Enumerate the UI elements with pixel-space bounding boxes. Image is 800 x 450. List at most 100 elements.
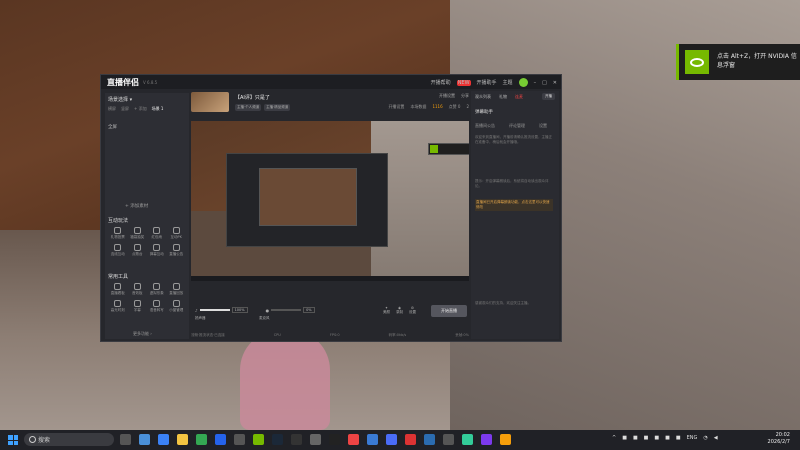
app-icon[interactable] bbox=[253, 434, 264, 445]
subtab-notice[interactable]: 直播间公告 bbox=[475, 123, 495, 129]
interactive-item[interactable]: 直播公告 bbox=[167, 244, 187, 257]
tray-icon[interactable]: ■ bbox=[654, 435, 659, 441]
minimize-icon[interactable]: – bbox=[534, 80, 537, 86]
app-icon[interactable] bbox=[405, 434, 416, 445]
barrage-highlight[interactable]: 直播间已开启弹幕朗读功能，点击这里可以快速修改 bbox=[475, 199, 553, 211]
tray-icon[interactable]: ■ bbox=[665, 435, 670, 441]
tool-item[interactable]: 直播回放 bbox=[167, 283, 187, 296]
wifi-icon[interactable]: ◔ bbox=[703, 435, 707, 441]
taskbar-search[interactable]: 搜索 bbox=[24, 433, 114, 446]
interactive-item[interactable]: 礼物投票 bbox=[108, 227, 128, 240]
task-view-icon[interactable] bbox=[120, 434, 131, 445]
app-icon[interactable] bbox=[158, 434, 169, 445]
file-explorer-icon[interactable] bbox=[177, 434, 188, 445]
subtab-comments[interactable]: 评论管理 bbox=[509, 123, 525, 129]
stream-preview[interactable] bbox=[191, 121, 469, 281]
messages-button[interactable]: 开播助手 bbox=[477, 79, 497, 86]
tools-grid: 直播看板 音效板 虚拟形象 直播回放 高光时刻 字幕 语音转写 小窗管理 bbox=[108, 283, 186, 313]
tab-link[interactable]: 连麦 bbox=[515, 94, 523, 100]
beauty-button[interactable]: ✦ 美颜 bbox=[383, 306, 390, 315]
tool-item[interactable]: 字幕 bbox=[128, 300, 148, 313]
nvidia-toast[interactable]: 点击 Alt+Z，打开 NVIDIA 信息浮窗 bbox=[676, 44, 800, 80]
streaming-app-window[interactable]: 直播伴侣 V 6.8.5 开播帮助 NEW 开播助手 主题 – □ ✕ 场景选择… bbox=[100, 74, 562, 342]
volume-icon[interactable]: ◀ bbox=[714, 435, 718, 441]
live-settings-link[interactable]: 开播设置 bbox=[439, 93, 455, 99]
settings-button[interactable]: ⚙ 设置 bbox=[409, 306, 416, 315]
gift-vote-icon bbox=[114, 227, 122, 234]
mic-icon[interactable]: ● bbox=[266, 308, 270, 313]
app-titlebar[interactable]: 直播伴侣 V 6.8.5 开播帮助 NEW 开播助手 主题 – □ ✕ bbox=[101, 75, 561, 89]
tool-item[interactable]: 高光时刻 bbox=[108, 300, 128, 313]
live-help-button[interactable]: 开播帮助 bbox=[431, 79, 451, 86]
stat-data[interactable]: 本场数据 bbox=[410, 104, 426, 110]
skin-button[interactable]: 主题 bbox=[503, 79, 513, 86]
app-icon[interactable] bbox=[462, 434, 473, 445]
app-icon[interactable] bbox=[139, 434, 150, 445]
tray-icon[interactable]: ■ bbox=[644, 435, 649, 441]
app-icon[interactable] bbox=[443, 434, 454, 445]
speaker-icon[interactable]: ♪ bbox=[195, 308, 198, 313]
interactive-item[interactable]: 弹幕互动 bbox=[147, 244, 167, 257]
room-title[interactable]: 【AI评】只是了 bbox=[235, 94, 270, 101]
go-live-button[interactable]: 开始直播 bbox=[431, 305, 467, 317]
room-thumbnail[interactable] bbox=[191, 92, 229, 112]
tool-item[interactable]: 小窗管理 bbox=[167, 300, 187, 313]
volume-slider[interactable] bbox=[199, 309, 230, 311]
app-icon[interactable] bbox=[500, 434, 511, 445]
mic-slider[interactable] bbox=[271, 309, 302, 311]
app-icon[interactable] bbox=[367, 434, 378, 445]
language-indicator[interactable]: ENG bbox=[687, 435, 698, 441]
source-item-fullscreen[interactable]: 全屏 bbox=[108, 124, 117, 130]
stat-settings[interactable]: 开播设置 bbox=[388, 104, 404, 110]
scene-selector[interactable]: 场景选择 ▾ bbox=[108, 96, 132, 103]
add-source-button[interactable]: + 添加素材 bbox=[125, 203, 148, 209]
app-icon[interactable] bbox=[424, 434, 435, 445]
tool-item[interactable]: 语音转写 bbox=[147, 300, 167, 313]
scene-tab-add[interactable]: + 添加 bbox=[134, 106, 147, 112]
interactive-item[interactable]: 点歌台 bbox=[128, 244, 148, 257]
interactive-item[interactable]: 互动PK bbox=[167, 227, 187, 240]
new-badge: NEW bbox=[456, 79, 471, 86]
status-bitrate: 码率:0kb/s bbox=[388, 333, 407, 337]
app-icon[interactable] bbox=[310, 434, 321, 445]
tray-icon[interactable]: ■ bbox=[676, 435, 681, 441]
start-live-button[interactable]: 开播 bbox=[542, 93, 555, 100]
app-icon[interactable] bbox=[386, 434, 397, 445]
tool-item[interactable]: 直播看板 bbox=[108, 283, 128, 296]
app-icon[interactable] bbox=[481, 434, 492, 445]
maximize-icon[interactable]: □ bbox=[542, 80, 547, 86]
record-button[interactable]: ◉ 录制 bbox=[396, 306, 403, 315]
scene-tab-portrait[interactable]: 竖屏 bbox=[121, 106, 129, 112]
app-icon[interactable] bbox=[234, 434, 245, 445]
interactive-item[interactable]: 连线互动 bbox=[108, 244, 128, 257]
room-tag[interactable]: 主播·个人频道 bbox=[235, 104, 262, 111]
tab-gifts[interactable]: 礼物 bbox=[499, 94, 507, 100]
right-panel: 观众列表 礼物 连麦 开播 弹幕助手 直播间公告 评论管理 设置 欢迎来到直播间… bbox=[471, 91, 559, 339]
avatar[interactable] bbox=[518, 78, 528, 87]
app-icon[interactable] bbox=[329, 434, 340, 445]
app-icon[interactable] bbox=[348, 434, 359, 445]
interactive-item[interactable]: 福袋抽奖 bbox=[128, 227, 148, 240]
scene-tab-landscape[interactable]: 横屏 bbox=[108, 106, 116, 112]
tray-icon[interactable]: ■ bbox=[622, 435, 627, 441]
room-tag[interactable]: 主播·精品频道 bbox=[264, 104, 291, 111]
interactive-item[interactable]: 红包雨 bbox=[147, 227, 167, 240]
barrage-text: 欢迎来到直播间，开播前请确认推流设置，主播正在准备中，稍后就会开播哦。 bbox=[475, 135, 552, 144]
scene-tab-1[interactable]: 场景 1 bbox=[152, 106, 164, 112]
edge-icon[interactable] bbox=[215, 434, 226, 445]
tool-item[interactable]: 音效板 bbox=[128, 283, 148, 296]
chevron-up-icon[interactable]: ^ bbox=[612, 435, 616, 441]
steam-icon[interactable] bbox=[272, 434, 283, 445]
stat-likes: 点赞 0 bbox=[448, 104, 461, 109]
share-link[interactable]: 分享 bbox=[461, 93, 469, 99]
taskbar-clock[interactable]: 20:02 2026/2/7 bbox=[768, 432, 790, 446]
tool-item[interactable]: 虚拟形象 bbox=[147, 283, 167, 296]
app-icon[interactable] bbox=[291, 434, 302, 445]
chrome-icon[interactable] bbox=[196, 434, 207, 445]
tab-audience[interactable]: 观众列表 bbox=[475, 94, 491, 100]
subtab-settings[interactable]: 设置 bbox=[539, 123, 547, 129]
close-icon[interactable]: ✕ bbox=[553, 80, 557, 86]
more-features-link[interactable]: 更多功能 › bbox=[133, 331, 152, 337]
start-button[interactable] bbox=[8, 435, 18, 445]
tray-icon[interactable]: ■ bbox=[633, 435, 638, 441]
